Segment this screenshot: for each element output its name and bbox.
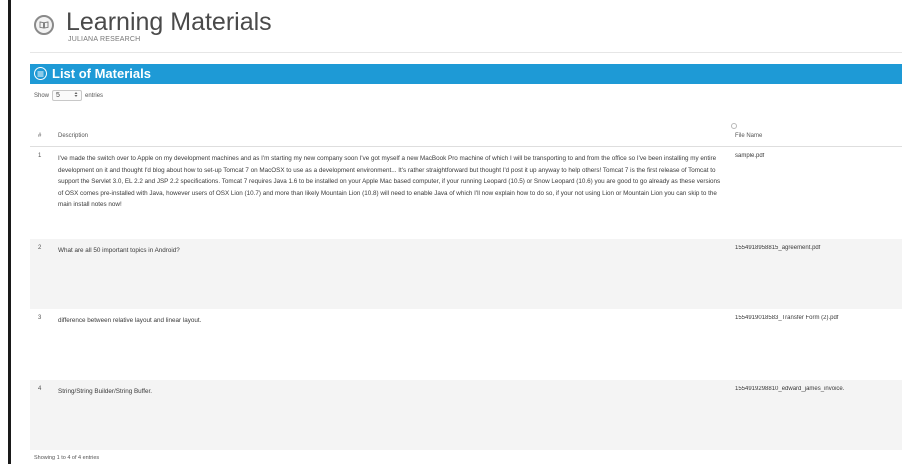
table-row: 3 difference between relative layout and… bbox=[30, 309, 902, 380]
row-file-link[interactable]: 1554919298810_edward_james_invoice. bbox=[735, 386, 902, 392]
row-file-link[interactable]: sample.pdf bbox=[735, 153, 902, 159]
materials-panel-header: List of Materials bbox=[30, 64, 902, 84]
row-description: String/String Builder/String Buffer. bbox=[58, 388, 153, 395]
table-row: 4 String/String Builder/String Buffer. 1… bbox=[30, 380, 902, 450]
row-number: 1 bbox=[38, 153, 42, 159]
column-header-description[interactable]: Description bbox=[58, 133, 88, 139]
row-file-link[interactable]: 1554919018583_Transfer Form (2).pdf bbox=[735, 315, 902, 321]
row-file-link[interactable]: 1554918958815_agreement.pdf bbox=[735, 245, 902, 251]
panel-title: List of Materials bbox=[52, 66, 151, 81]
row-description: difference between relative layout and l… bbox=[58, 317, 202, 324]
page-header: Learning Materials JULIANA RESEARCH bbox=[32, 8, 902, 48]
row-number: 4 bbox=[38, 386, 42, 392]
header-divider bbox=[30, 52, 902, 53]
row-description: What are all 50 important topics in Andr… bbox=[58, 247, 180, 254]
table-row: 2 What are all 50 important topics in An… bbox=[30, 239, 902, 309]
column-header-number[interactable]: # bbox=[38, 133, 41, 139]
select-arrows-icon bbox=[74, 91, 78, 100]
page-title: Learning Materials bbox=[66, 8, 272, 36]
sort-icon[interactable] bbox=[731, 123, 737, 129]
length-suffix: entries bbox=[85, 92, 104, 99]
table-row: 1 I've made the switch over to Apple on … bbox=[30, 147, 902, 239]
book-icon bbox=[34, 15, 54, 35]
column-header-file-name[interactable]: File Name bbox=[735, 133, 762, 139]
list-icon bbox=[34, 67, 47, 80]
length-prefix: Show bbox=[34, 92, 50, 99]
entries-length-control: Show 5 entries bbox=[34, 90, 103, 101]
row-description: I've made the switch over to Apple on my… bbox=[58, 155, 721, 208]
row-number: 2 bbox=[38, 245, 42, 251]
page-subtitle: JULIANA RESEARCH bbox=[68, 36, 141, 43]
entries-per-page-value: 5 bbox=[56, 92, 60, 99]
table-header-row: # Description File Name bbox=[30, 118, 902, 147]
window-left-border bbox=[8, 0, 11, 464]
entries-per-page-select[interactable]: 5 bbox=[52, 90, 83, 101]
table-info-footer: Showing 1 to 4 of 4 entries bbox=[34, 455, 100, 461]
materials-table: # Description File Name 1 I've made the … bbox=[30, 118, 902, 450]
row-number: 3 bbox=[38, 315, 42, 321]
